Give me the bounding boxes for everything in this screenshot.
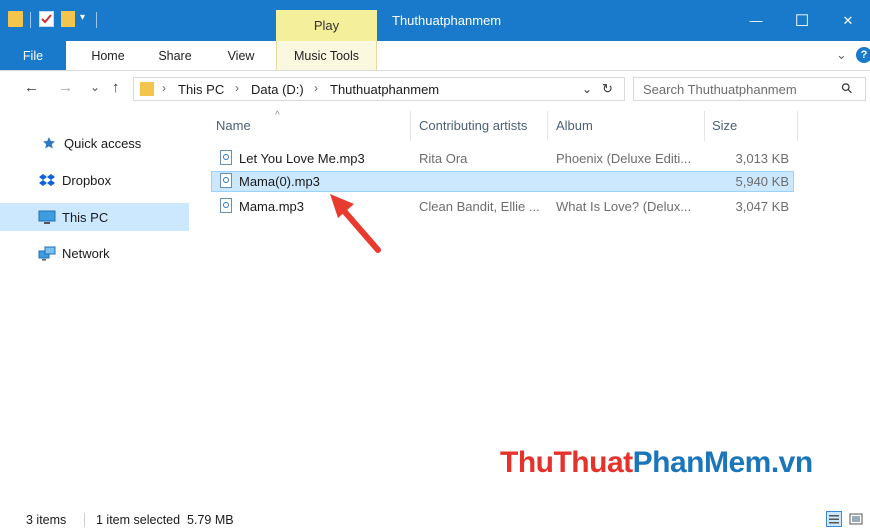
watermark-part: PhanMem <box>632 446 772 479</box>
dropbox-icon <box>38 172 56 188</box>
selection-info: 1 item selected 5.79 MB <box>96 513 234 527</box>
navigation-pane: Quick access Dropbox This PC Network <box>0 107 200 507</box>
tab-home[interactable]: Home <box>78 41 138 70</box>
tab-view[interactable]: View <box>214 41 268 70</box>
large-icons-view-icon[interactable] <box>848 511 864 527</box>
computer-icon <box>38 209 56 225</box>
column-header-size[interactable]: Size <box>712 118 737 133</box>
column-divider[interactable] <box>704 111 705 141</box>
file-name: Mama.mp3 <box>239 199 305 214</box>
red-arrow-annotation <box>330 194 381 253</box>
refresh-icon[interactable]: ↻ <box>602 81 613 97</box>
address-row: ← → ⌄ ↑ › This PC › Data (D:) › Thuthuat… <box>0 71 870 107</box>
properties-icon[interactable] <box>39 11 54 27</box>
customize-quick-access-icon[interactable]: ▾ <box>80 12 85 23</box>
nav-item-label: This PC <box>62 209 109 225</box>
file-row-mama[interactable]: Mama.mp3 Clean Bandit, Ellie ... What Is… <box>211 196 794 217</box>
file-size: 5,940 KB <box>735 174 790 189</box>
folder-icon <box>140 82 154 96</box>
column-divider[interactable] <box>410 111 411 141</box>
file-name: Mama(0).mp3 <box>239 174 320 189</box>
ribbon-tabs: File Home Share View Music Tools ⌄ ? <box>0 41 870 71</box>
help-icon[interactable]: ? <box>856 47 870 63</box>
search-icon[interactable]: ⚲ <box>837 79 856 98</box>
column-header-name[interactable]: Name <box>216 118 251 133</box>
file-album: Phoenix (Deluxe Editi... <box>556 151 692 166</box>
address-dropdown-icon[interactable]: ⌄ <box>582 82 592 96</box>
expand-ribbon-icon[interactable]: ⌄ <box>836 47 847 63</box>
file-name: Let You Love Me.mp3 <box>239 151 365 166</box>
play-contextual-tab: Play <box>276 10 377 41</box>
tab-music-tools[interactable]: Music Tools <box>276 41 377 70</box>
window-title: Thuthuatphanmem <box>392 13 502 28</box>
watermark-logo: ThuThuatPhanMem.vn <box>500 446 813 480</box>
audio-file-icon <box>220 198 232 213</box>
breadcrumb-thuthuatphanmem[interactable]: Thuthuatphanmem <box>330 82 439 97</box>
audio-file-icon <box>220 150 232 165</box>
maximize-icon: ☐ <box>794 12 810 30</box>
tab-share[interactable]: Share <box>146 41 204 70</box>
breadcrumb-separator: › <box>235 81 239 95</box>
tab-file[interactable]: File <box>0 41 66 70</box>
search-box[interactable]: Search Thuthuatphanmem ⚲ <box>633 77 866 101</box>
minimize-icon: — <box>749 13 763 28</box>
file-artists: Rita Ora <box>419 151 468 166</box>
nav-item-label: Network <box>62 245 110 261</box>
nav-item-dropbox[interactable]: Dropbox <box>12 166 189 194</box>
divider <box>96 12 97 28</box>
close-button[interactable]: ✕ <box>825 0 870 41</box>
star-icon <box>40 135 58 151</box>
breadcrumb-separator: › <box>314 81 318 95</box>
column-header-contributing-artists[interactable]: Contributing artists <box>419 118 527 133</box>
breadcrumb-separator: › <box>162 81 166 95</box>
watermark-part: .vn <box>770 446 813 479</box>
file-size: 3,047 KB <box>735 199 790 214</box>
network-icon <box>38 245 56 261</box>
divider <box>84 513 85 527</box>
details-view-icon[interactable] <box>826 511 842 527</box>
divider <box>30 12 31 28</box>
maximize-button[interactable]: ☐ <box>779 0 825 41</box>
file-row-let-you-love-me[interactable]: Let You Love Me.mp3 Rita Ora Phoenix (De… <box>211 148 794 169</box>
breadcrumb-data-d[interactable]: Data (D:) <box>251 82 304 97</box>
nav-item-this-pc[interactable]: This PC <box>0 203 189 231</box>
back-button[interactable]: ← <box>24 79 39 96</box>
up-button[interactable]: ↑ <box>112 79 120 96</box>
file-album: What Is Love? (Delux... <box>556 199 692 214</box>
column-divider[interactable] <box>797 111 798 141</box>
file-size: 3,013 KB <box>735 151 790 166</box>
address-bar[interactable]: › This PC › Data (D:) › Thuthuatphanmem … <box>133 77 625 101</box>
nav-item-label: Quick access <box>64 135 142 151</box>
new-folder-icon[interactable] <box>61 11 75 27</box>
column-header-album[interactable]: Album <box>556 118 593 133</box>
nav-item-quick-access[interactable]: Quick access <box>12 129 189 157</box>
sort-ascending-icon: ^ <box>275 110 280 121</box>
nav-item-network[interactable]: Network <box>12 239 189 267</box>
close-icon: ✕ <box>842 12 854 28</box>
breadcrumb-this-pc[interactable]: This PC <box>178 82 224 97</box>
audio-file-icon <box>220 173 232 188</box>
search-input[interactable]: Search Thuthuatphanmem <box>643 82 797 97</box>
minimize-button[interactable]: — <box>733 0 779 41</box>
nav-item-label: Dropbox <box>62 172 112 188</box>
folder-icon <box>8 11 23 27</box>
item-count: 3 items <box>26 513 67 527</box>
column-divider[interactable] <box>547 111 548 141</box>
forward-button[interactable]: → <box>58 79 73 96</box>
title-bar: ▾ Play Thuthuatphanmem — ☐ ✕ <box>0 0 870 41</box>
watermark-part: ThuThuat <box>500 446 633 479</box>
status-bar: 3 items 1 item selected 5.79 MB <box>0 507 870 531</box>
recent-locations-button[interactable]: ⌄ <box>90 80 100 94</box>
file-row-mama0-selected[interactable]: Mama(0).mp3 5,940 KB <box>211 171 794 192</box>
file-artists: Clean Bandit, Ellie ... <box>419 199 540 214</box>
